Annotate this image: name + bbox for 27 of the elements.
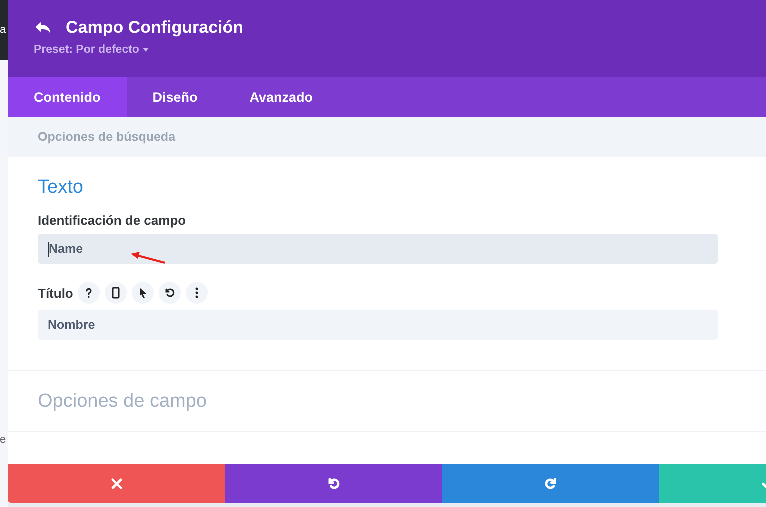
panel-title: Campo Configuración [66,18,244,38]
background-text: e [0,434,6,446]
undo-icon [326,476,340,490]
pointer-button[interactable] [132,282,154,304]
search-placeholder: Opciones de búsqueda [38,130,176,144]
input-field[interactable]: Name [38,234,718,264]
help-button[interactable] [78,282,100,304]
tab[interactable]: Contenido [8,77,127,117]
input-field[interactable]: Nombre [38,310,718,340]
tab[interactable]: Diseño [126,77,224,117]
close-icon [110,476,124,490]
phone-button[interactable] [105,282,128,304]
arrow-icon [130,251,166,265]
more-button[interactable] [186,282,208,304]
field-label: Identificación de campo [38,213,186,228]
phone-icon [110,287,122,299]
section-title[interactable]: Texto [38,177,718,199]
preset-dropdown[interactable]: Preset: Por defecto [34,44,766,56]
reset-button[interactable] [159,282,182,304]
caret-icon [143,48,150,52]
redo-icon [544,476,558,490]
text-cursor [48,242,49,256]
back-arrow-icon[interactable] [34,20,52,36]
tab[interactable]: Avanzado [224,77,340,117]
background-text: a [0,24,6,36]
reset-icon [164,287,176,299]
field-label: Título [38,286,74,300]
